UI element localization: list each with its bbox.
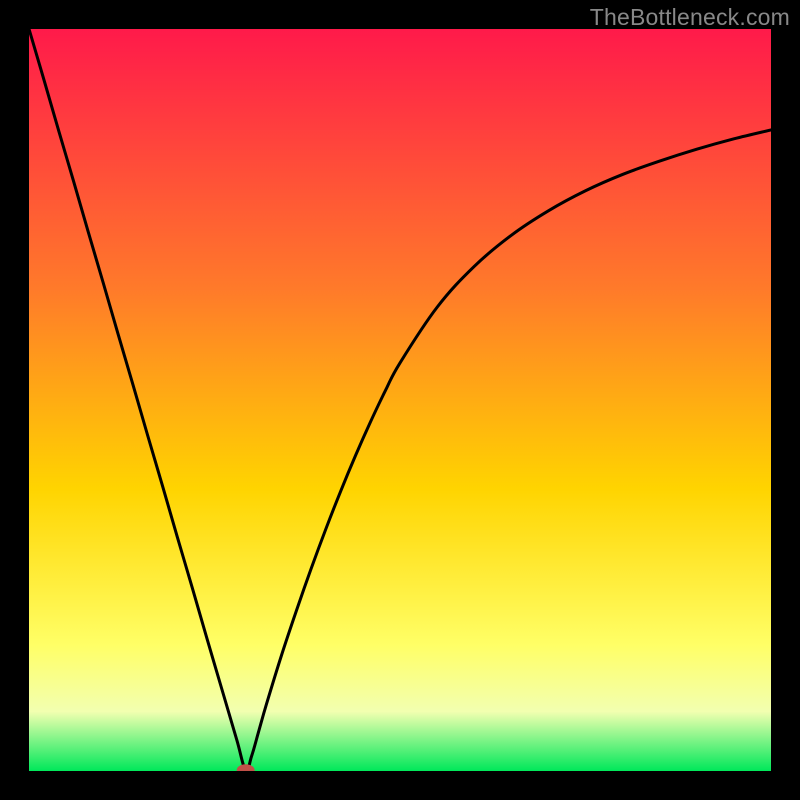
bottleneck-chart xyxy=(29,29,771,771)
gradient-background xyxy=(29,29,771,771)
watermark-text: TheBottleneck.com xyxy=(590,4,790,31)
chart-frame: TheBottleneck.com xyxy=(0,0,800,800)
